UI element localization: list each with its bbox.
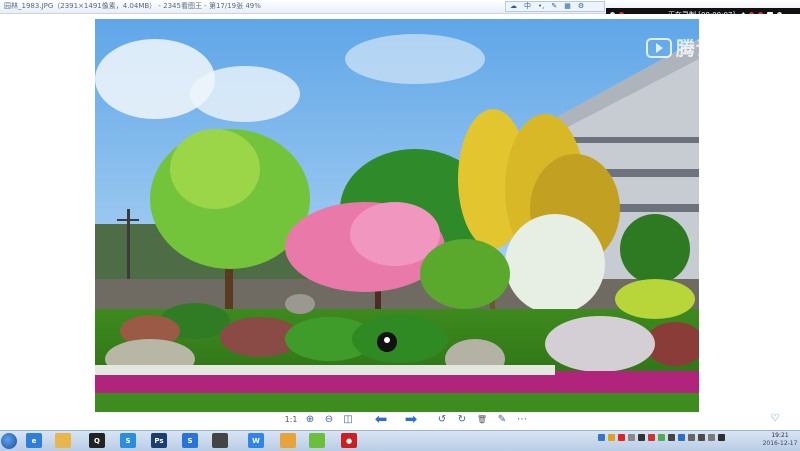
start-button[interactable]: [1, 433, 17, 449]
edit-button[interactable]: ✎: [495, 412, 509, 426]
browser-icon[interactable]: S: [120, 433, 136, 448]
more-button[interactable]: ⋯: [515, 412, 529, 426]
system-clock[interactable]: 19:21 2016-12-17: [762, 432, 798, 448]
tray-volume-icon[interactable]: [698, 434, 705, 441]
previous-image-button[interactable]: ⬅: [371, 410, 391, 428]
explorer-icon[interactable]: [55, 433, 71, 448]
tray-battery-icon[interactable]: [708, 434, 715, 441]
record-icon[interactable]: ●: [341, 433, 357, 448]
system-tray: [598, 434, 725, 441]
wps-writer-icon[interactable]: W: [248, 433, 264, 448]
tray-update-icon[interactable]: [658, 434, 665, 441]
next-image-button[interactable]: ➡: [401, 410, 421, 428]
actual-size-button[interactable]: 1:1: [284, 412, 298, 426]
tray-wifi-icon[interactable]: [718, 434, 725, 441]
ime-cloud-icon[interactable]: ☁: [510, 2, 517, 11]
fit-window-button[interactable]: ◫: [341, 412, 355, 426]
tray-ime-icon[interactable]: [628, 434, 635, 441]
garden-photo: [95, 19, 699, 412]
viewer-toolbar: 1:1 ⊕ ⊖ ◫ ⬅ ➡ ↺ ↻ 🗑 ✎ ⋯ ♡: [0, 410, 800, 430]
taskbar: e Q S Ps S W ● 19:21 2016-12-17: [0, 430, 800, 451]
tray-security-icon[interactable]: [648, 434, 655, 441]
tray-bluetooth-icon[interactable]: [678, 434, 685, 441]
rotate-right-button[interactable]: ↻: [455, 412, 469, 426]
favorite-icon[interactable]: ♡: [768, 411, 782, 425]
zoom-in-button[interactable]: ⊕: [303, 412, 317, 426]
tray-qq-icon[interactable]: [638, 434, 645, 441]
clock-date: 2016-12-17: [762, 440, 798, 447]
ime-toolbar[interactable]: ☁ 中 •, ✎ ▦ ⚙: [505, 1, 605, 12]
image-viewer-icon[interactable]: [309, 433, 325, 448]
tray-app-icon[interactable]: [608, 434, 615, 441]
delete-button[interactable]: 🗑: [475, 412, 489, 426]
clock-time: 19:21: [771, 432, 789, 439]
ime-settings-icon[interactable]: ⚙: [578, 2, 584, 11]
tray-record-icon[interactable]: [618, 434, 625, 441]
tray-flag-icon[interactable]: [688, 434, 695, 441]
tray-display-icon[interactable]: [668, 434, 675, 441]
tencent-video-logo-icon: [646, 37, 672, 58]
tray-network-icon[interactable]: [598, 434, 605, 441]
garden-rendering: [95, 19, 699, 412]
photoshop-icon[interactable]: Ps: [151, 433, 167, 448]
media-icon[interactable]: [212, 433, 228, 448]
watermark-text: 腾讯视频: [676, 38, 757, 60]
image-viewer: [0, 14, 800, 430]
qq-icon[interactable]: Q: [89, 433, 105, 448]
window-title: 园林_1983.JPG（2391×1491像素，4.04MB） - 2345看图…: [4, 2, 261, 10]
ime-punct-icon[interactable]: •,: [538, 2, 544, 11]
ime-handwrite-icon[interactable]: ✎: [551, 2, 557, 11]
ime-mode-icon[interactable]: 中: [524, 2, 531, 11]
video-watermark: 腾讯视频: [646, 34, 756, 61]
ie-icon[interactable]: e: [26, 433, 42, 448]
rotate-left-button[interactable]: ↺: [435, 412, 449, 426]
ime-keyboard-icon[interactable]: ▦: [564, 2, 571, 11]
folder-icon[interactable]: [280, 433, 296, 448]
zoom-out-button[interactable]: ⊖: [322, 412, 336, 426]
sogou-icon[interactable]: S: [182, 433, 198, 448]
